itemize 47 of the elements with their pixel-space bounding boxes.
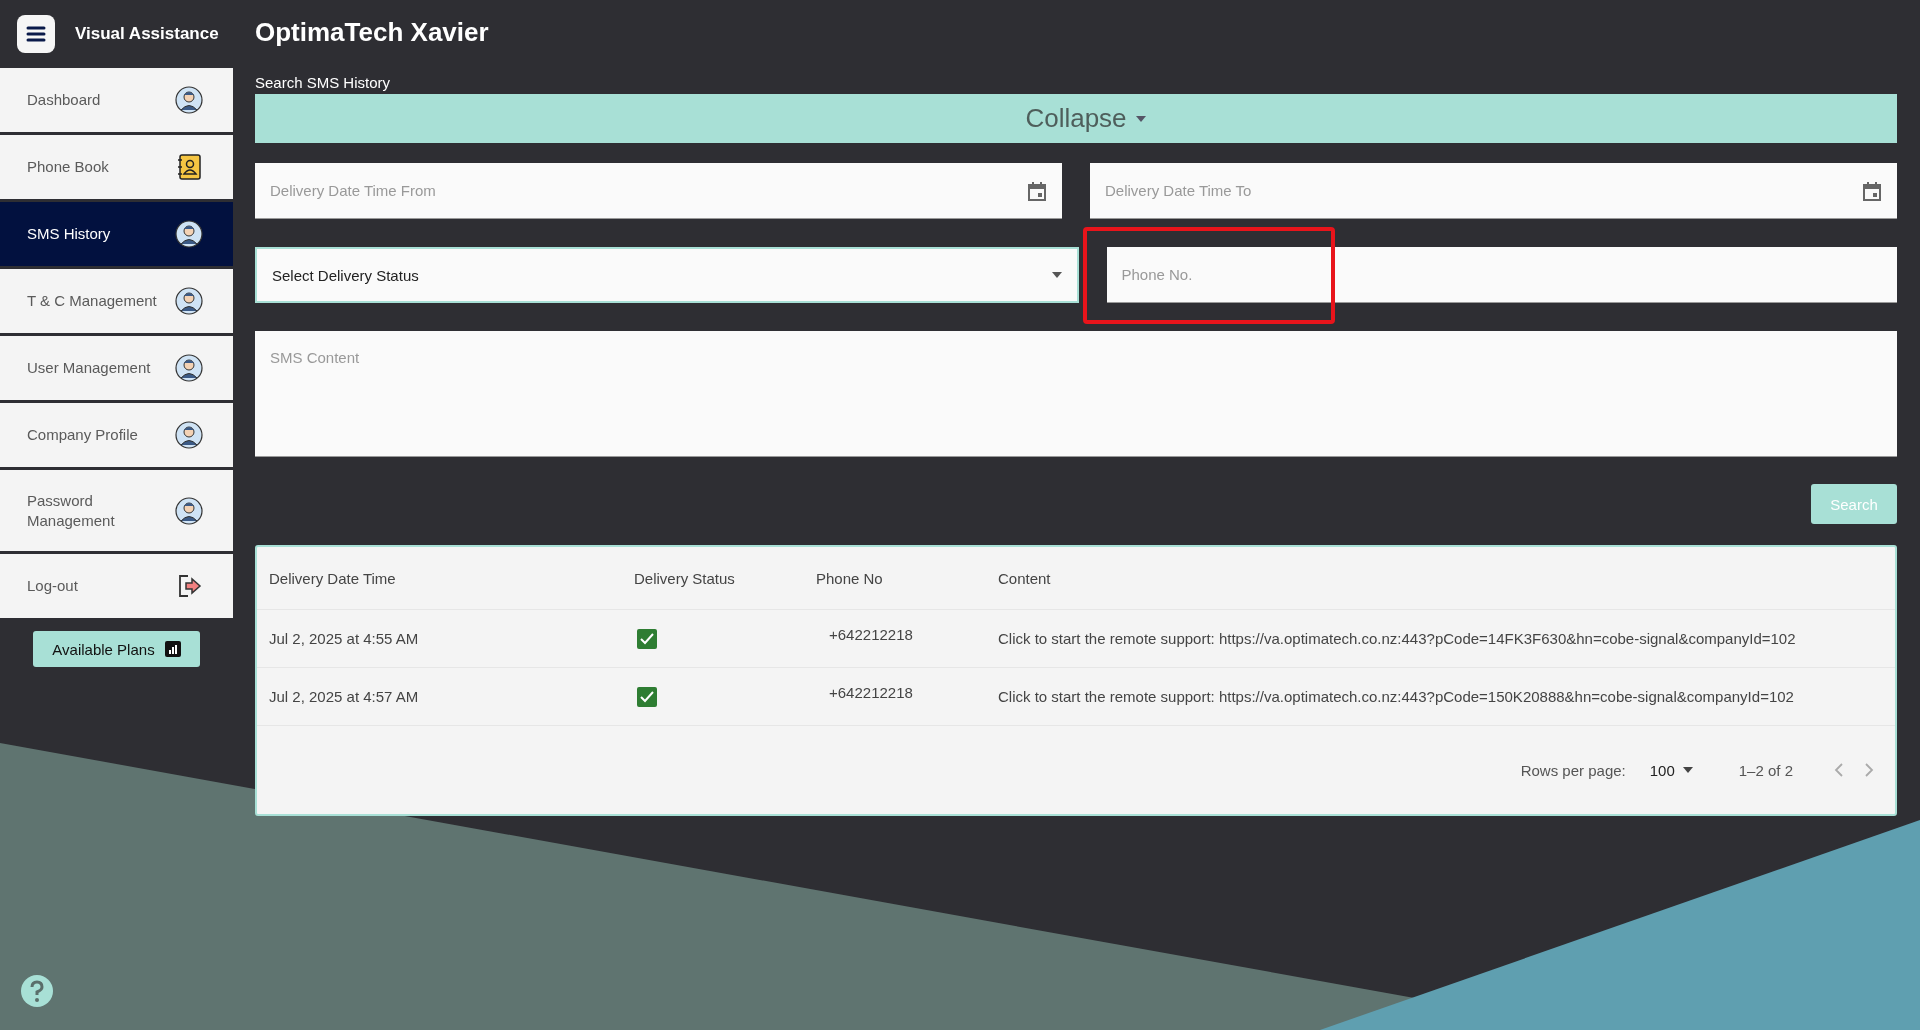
table-cell-text: Click to start the remote support: https://va.optimatech.co.nz:443?pCode=150K20888&hn=cobe-signal&companyId=102	[998, 688, 1795, 705]
avatar-icon	[175, 496, 203, 525]
table-cell-text: Jul 2, 2025 at 4:55 AM	[269, 630, 420, 647]
avatar-icon	[175, 421, 203, 449]
sidebar-item[interactable]: Log-out	[0, 554, 233, 618]
sidebar-item[interactable]: Dashboard	[0, 68, 233, 132]
available-plans-button[interactable]: Available Plans	[33, 631, 200, 667]
table-cell-text: Jul 2, 2025 at 4:57 AM	[269, 688, 420, 705]
rows-per-page-label: Rows per page:	[1520, 761, 1626, 779]
avatar-icon	[175, 287, 203, 315]
column-header: Delivery Status	[634, 569, 736, 587]
caret-icon	[1682, 767, 1693, 773]
collapse-button[interactable]: Collapse	[255, 94, 1897, 143]
sidebar-item[interactable]: User Management	[0, 336, 233, 400]
sms-content-field[interactable]: SMS Content	[255, 331, 1897, 457]
column-header: Content	[998, 569, 1052, 587]
sidebar-item[interactable]: Company Profile	[0, 403, 233, 467]
sidebar-item[interactable]: T & C Management	[0, 269, 233, 333]
table-cell-text: Click to start the remote support: https://va.optimatech.co.nz:443?pCode=14FK3F630&hn=cobe-signal&companyId=102	[998, 630, 1797, 647]
contact-book-icon	[175, 153, 203, 181]
sidebar-item[interactable]: Password Management	[0, 470, 233, 551]
section-heading: Search SMS History	[255, 74, 392, 92]
menu-button[interactable]	[17, 15, 55, 53]
column-header: Delivery Date Time	[269, 569, 397, 587]
avatar-icon	[175, 220, 203, 248]
delivery-status-select[interactable]: Select Delivery Status	[255, 247, 1079, 303]
sidebar-item[interactable]: SMS History	[0, 202, 233, 266]
menu-icon	[26, 26, 46, 42]
date-from-field[interactable]: Delivery Date Time From	[255, 163, 1062, 219]
calendar-icon[interactable]	[1861, 180, 1883, 202]
column-header: Phone No	[816, 569, 884, 587]
page-title: OptimaTech Xavier	[255, 16, 490, 48]
date-to-field[interactable]: Delivery Date Time To	[1090, 163, 1897, 219]
table-cell-text: +642212218	[828, 626, 914, 643]
avatar-icon	[175, 86, 203, 114]
app-name: Visual Assistance	[75, 24, 219, 44]
page-range: 1–2 of 2	[1738, 761, 1793, 779]
table-cell-text: +642212218	[828, 684, 914, 701]
chart-icon	[164, 641, 181, 657]
caret-icon	[1050, 271, 1063, 279]
caret-icon	[1134, 114, 1147, 123]
sidebar-item[interactable]: Phone Book	[0, 135, 233, 199]
rows-per-page-select[interactable]: 100	[1643, 760, 1699, 780]
calendar-icon[interactable]	[1026, 180, 1048, 202]
help-icon[interactable]	[20, 974, 54, 1008]
phone-field[interactable]: Phone No.	[1106, 247, 1897, 303]
avatar-icon	[175, 354, 203, 382]
